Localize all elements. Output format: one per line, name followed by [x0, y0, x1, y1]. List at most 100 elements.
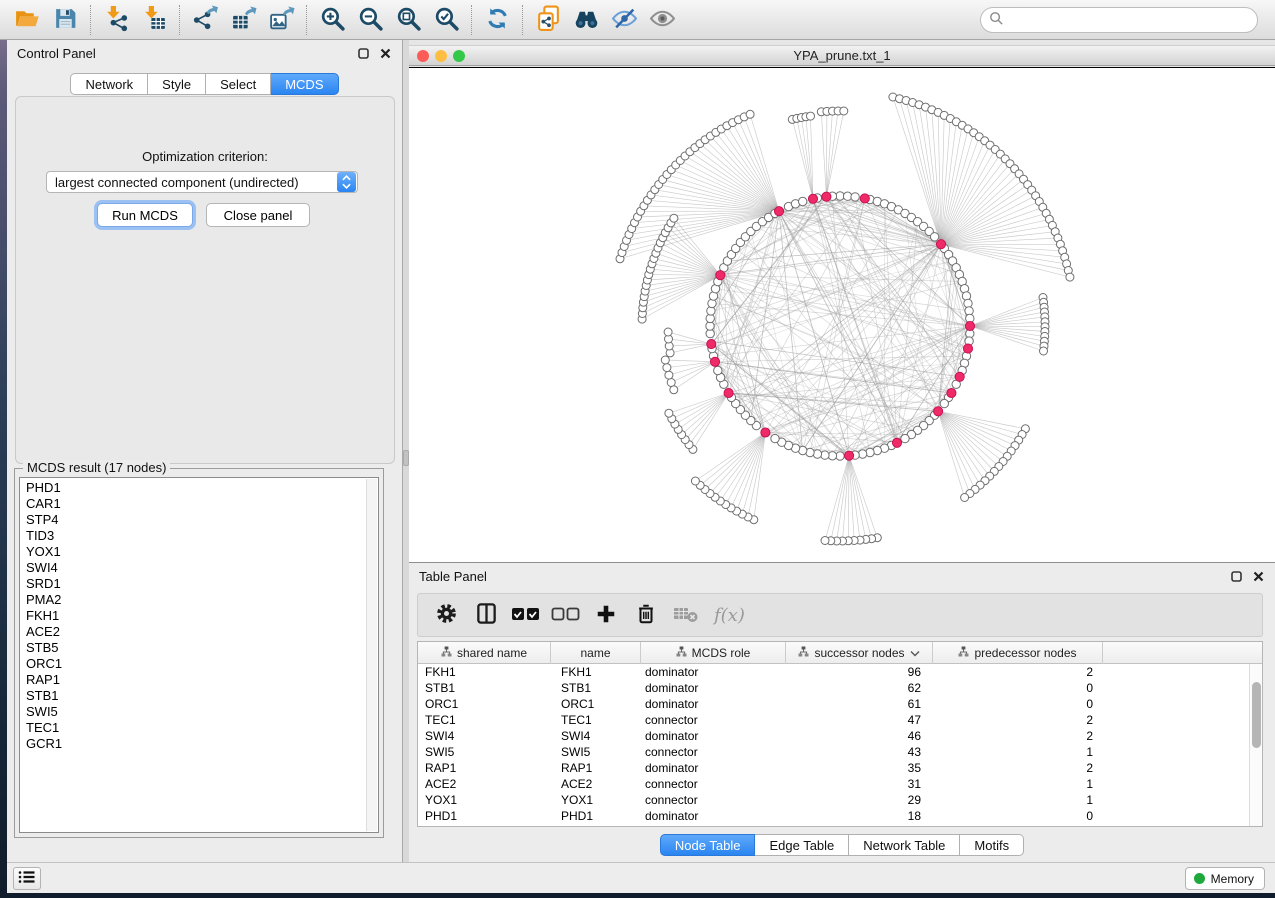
close-panel-icon[interactable]: [1251, 569, 1265, 583]
column-header-predecessor-nodes[interactable]: predecessor nodes: [933, 642, 1103, 664]
tab-mcds[interactable]: MCDS: [271, 73, 338, 95]
cell-name[interactable]: RAP1: [551, 761, 641, 775]
leaf-node[interactable]: [663, 364, 671, 372]
leaf-node[interactable]: [1066, 273, 1074, 281]
leaf-node[interactable]: [1040, 347, 1048, 355]
function-builder-button[interactable]: f(x): [708, 597, 751, 633]
cell-shared_name[interactable]: YOX1: [418, 793, 551, 807]
open-session-button[interactable]: [8, 3, 46, 37]
zoom-out-button[interactable]: [351, 3, 389, 37]
cell-name[interactable]: ACE2: [551, 777, 641, 791]
mcds-result-item[interactable]: STB5: [26, 640, 378, 656]
leaf-node[interactable]: [670, 214, 678, 222]
cell-name[interactable]: ORC1: [551, 697, 641, 711]
mcds-node[interactable]: [936, 240, 945, 249]
mcds-result-item[interactable]: SWI4: [26, 560, 378, 576]
search-network-button[interactable]: [567, 3, 605, 37]
show-column-panel-button[interactable]: [468, 597, 504, 633]
cell-mcds_role[interactable]: dominator: [641, 681, 786, 695]
mcds-node[interactable]: [710, 357, 719, 366]
cell-predecessor_nodes[interactable]: 0: [933, 697, 1103, 711]
network-node[interactable]: [901, 434, 909, 442]
leaf-node[interactable]: [661, 356, 669, 364]
cell-mcds_role[interactable]: dominator: [641, 809, 786, 823]
cell-successor_nodes[interactable]: 61: [786, 697, 933, 711]
show-all-button[interactable]: [643, 3, 681, 37]
run-mcds-button[interactable]: Run MCDS: [97, 203, 193, 227]
save-session-button[interactable]: [46, 3, 84, 37]
cell-mcds_role[interactable]: dominator: [641, 665, 786, 679]
criterion-dropdown[interactable]: largest connected component (undirected): [46, 171, 358, 193]
table-row[interactable]: TEC1TEC1connector472: [418, 712, 1249, 728]
memory-button[interactable]: Memory: [1185, 867, 1265, 890]
cell-successor_nodes[interactable]: 31: [786, 777, 933, 791]
mcds-result-item[interactable]: CAR1: [26, 496, 378, 512]
table-tab-edge-table[interactable]: Edge Table: [755, 834, 849, 856]
mcds-node[interactable]: [955, 372, 964, 381]
mcds-result-item[interactable]: STP4: [26, 512, 378, 528]
column-header-successor-nodes[interactable]: successor nodes: [786, 642, 933, 664]
leaf-node[interactable]: [667, 379, 675, 387]
mcds-node[interactable]: [860, 194, 869, 203]
cell-shared_name[interactable]: SWI5: [418, 745, 551, 759]
mcds-result-item[interactable]: STB1: [26, 688, 378, 704]
zoom-selected-button[interactable]: [427, 3, 465, 37]
table-panel-titlebar[interactable]: Table Panel: [409, 563, 1275, 589]
network-window-titlebar[interactable]: YPA_prune.txt_1: [409, 45, 1275, 66]
mcds-result-item[interactable]: TID3: [26, 528, 378, 544]
float-panel-icon[interactable]: [356, 46, 370, 60]
leaf-node[interactable]: [746, 110, 754, 118]
table-row[interactable]: STB1STB1dominator620: [418, 680, 1249, 696]
cell-mcds_role[interactable]: connector: [641, 713, 786, 727]
tab-style[interactable]: Style: [148, 73, 206, 95]
mcds-node[interactable]: [934, 407, 943, 416]
cell-shared_name[interactable]: TEC1: [418, 713, 551, 727]
import-table-button[interactable]: [135, 3, 173, 37]
cell-predecessor_nodes[interactable]: 2: [933, 729, 1103, 743]
cell-successor_nodes[interactable]: 18: [786, 809, 933, 823]
table-row[interactable]: RAP1RAP1dominator352: [418, 760, 1249, 776]
mcds-node[interactable]: [822, 192, 831, 201]
cell-shared_name[interactable]: PHD1: [418, 809, 551, 823]
select-all-button[interactable]: [508, 597, 544, 633]
mcds-result-item[interactable]: YOX1: [26, 544, 378, 560]
table-tab-network-table[interactable]: Network Table: [849, 834, 960, 856]
leaf-node[interactable]: [664, 328, 672, 336]
mcds-node[interactable]: [845, 451, 854, 460]
cell-successor_nodes[interactable]: 96: [786, 665, 933, 679]
table-row[interactable]: ACE2ACE2connector311: [418, 776, 1249, 792]
table-tab-motifs[interactable]: Motifs: [960, 834, 1024, 856]
cell-name[interactable]: YOX1: [551, 793, 641, 807]
export-table-button[interactable]: [224, 3, 262, 37]
mcds-result-item[interactable]: FKH1: [26, 608, 378, 624]
leaf-node[interactable]: [691, 477, 699, 485]
leaf-node[interactable]: [670, 386, 678, 394]
mcds-list-scrollbar[interactable]: [366, 479, 377, 831]
zoom-fit-button[interactable]: [389, 3, 427, 37]
cell-shared_name[interactable]: ORC1: [418, 697, 551, 711]
cell-predecessor_nodes[interactable]: 1: [933, 793, 1103, 807]
table-row[interactable]: PHD1PHD1dominator180: [418, 808, 1249, 824]
mcds-result-item[interactable]: RAP1: [26, 672, 378, 688]
cell-name[interactable]: STB1: [551, 681, 641, 695]
cell-name[interactable]: FKH1: [551, 665, 641, 679]
network-node[interactable]: [851, 193, 859, 201]
cell-name[interactable]: SWI4: [551, 729, 641, 743]
zoom-in-button[interactable]: [313, 3, 351, 37]
cell-successor_nodes[interactable]: 29: [786, 793, 933, 807]
mcds-node[interactable]: [761, 428, 770, 437]
import-network-button[interactable]: [97, 3, 135, 37]
cell-mcds_role[interactable]: connector: [641, 793, 786, 807]
mcds-node[interactable]: [724, 388, 733, 397]
refresh-view-button[interactable]: [478, 3, 516, 37]
clone-network-button[interactable]: [529, 3, 567, 37]
add-column-button[interactable]: [588, 597, 624, 633]
cell-successor_nodes[interactable]: 62: [786, 681, 933, 695]
cell-mcds_role[interactable]: connector: [641, 745, 786, 759]
cell-predecessor_nodes[interactable]: 2: [933, 713, 1103, 727]
cell-shared_name[interactable]: FKH1: [418, 665, 551, 679]
mcds-result-item[interactable]: ORC1: [26, 656, 378, 672]
cell-mcds_role[interactable]: dominator: [641, 697, 786, 711]
leaf-node[interactable]: [807, 112, 815, 120]
search-input[interactable]: [1004, 13, 1234, 27]
